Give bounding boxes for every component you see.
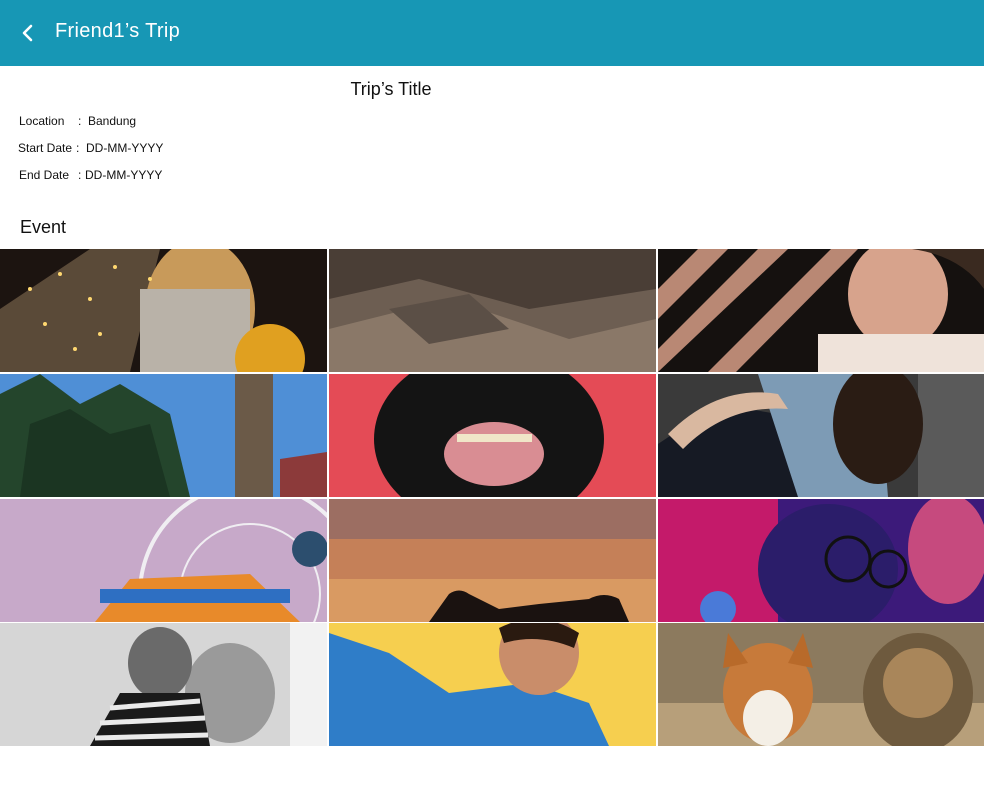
app-bar: Friend1’s Trip <box>0 0 984 66</box>
event-photo[interactable] <box>658 499 984 622</box>
start-date-label: Start Date <box>18 141 73 155</box>
event-photo[interactable] <box>0 374 327 497</box>
location-separator: : <box>78 114 82 128</box>
event-photo[interactable] <box>658 623 984 746</box>
event-photo[interactable] <box>0 499 327 622</box>
event-photo[interactable] <box>329 623 656 746</box>
start-date-value: DD-MM-YYYY <box>86 141 164 155</box>
event-photo[interactable] <box>329 249 656 372</box>
app-bar-title: Friend1’s Trip <box>55 20 180 42</box>
start-date-separator: : <box>76 141 80 155</box>
event-photo[interactable] <box>0 623 327 746</box>
location-value: Bandung <box>88 114 137 128</box>
event-heading: Event <box>20 217 67 237</box>
trip-title: Trip’s Title <box>350 79 432 99</box>
end-date-separator: : <box>78 168 82 182</box>
event-photo[interactable] <box>658 249 984 372</box>
event-photo[interactable] <box>329 499 656 622</box>
chevron-left-icon[interactable] <box>14 19 42 47</box>
event-photo-grid <box>0 249 984 746</box>
location-label: Location <box>19 114 65 128</box>
end-date-value: DD-MM-YYYY <box>85 168 163 182</box>
event-photo[interactable] <box>329 374 656 497</box>
event-photo[interactable] <box>0 249 327 372</box>
end-date-label: End Date <box>19 168 70 182</box>
event-photo[interactable] <box>658 374 984 497</box>
